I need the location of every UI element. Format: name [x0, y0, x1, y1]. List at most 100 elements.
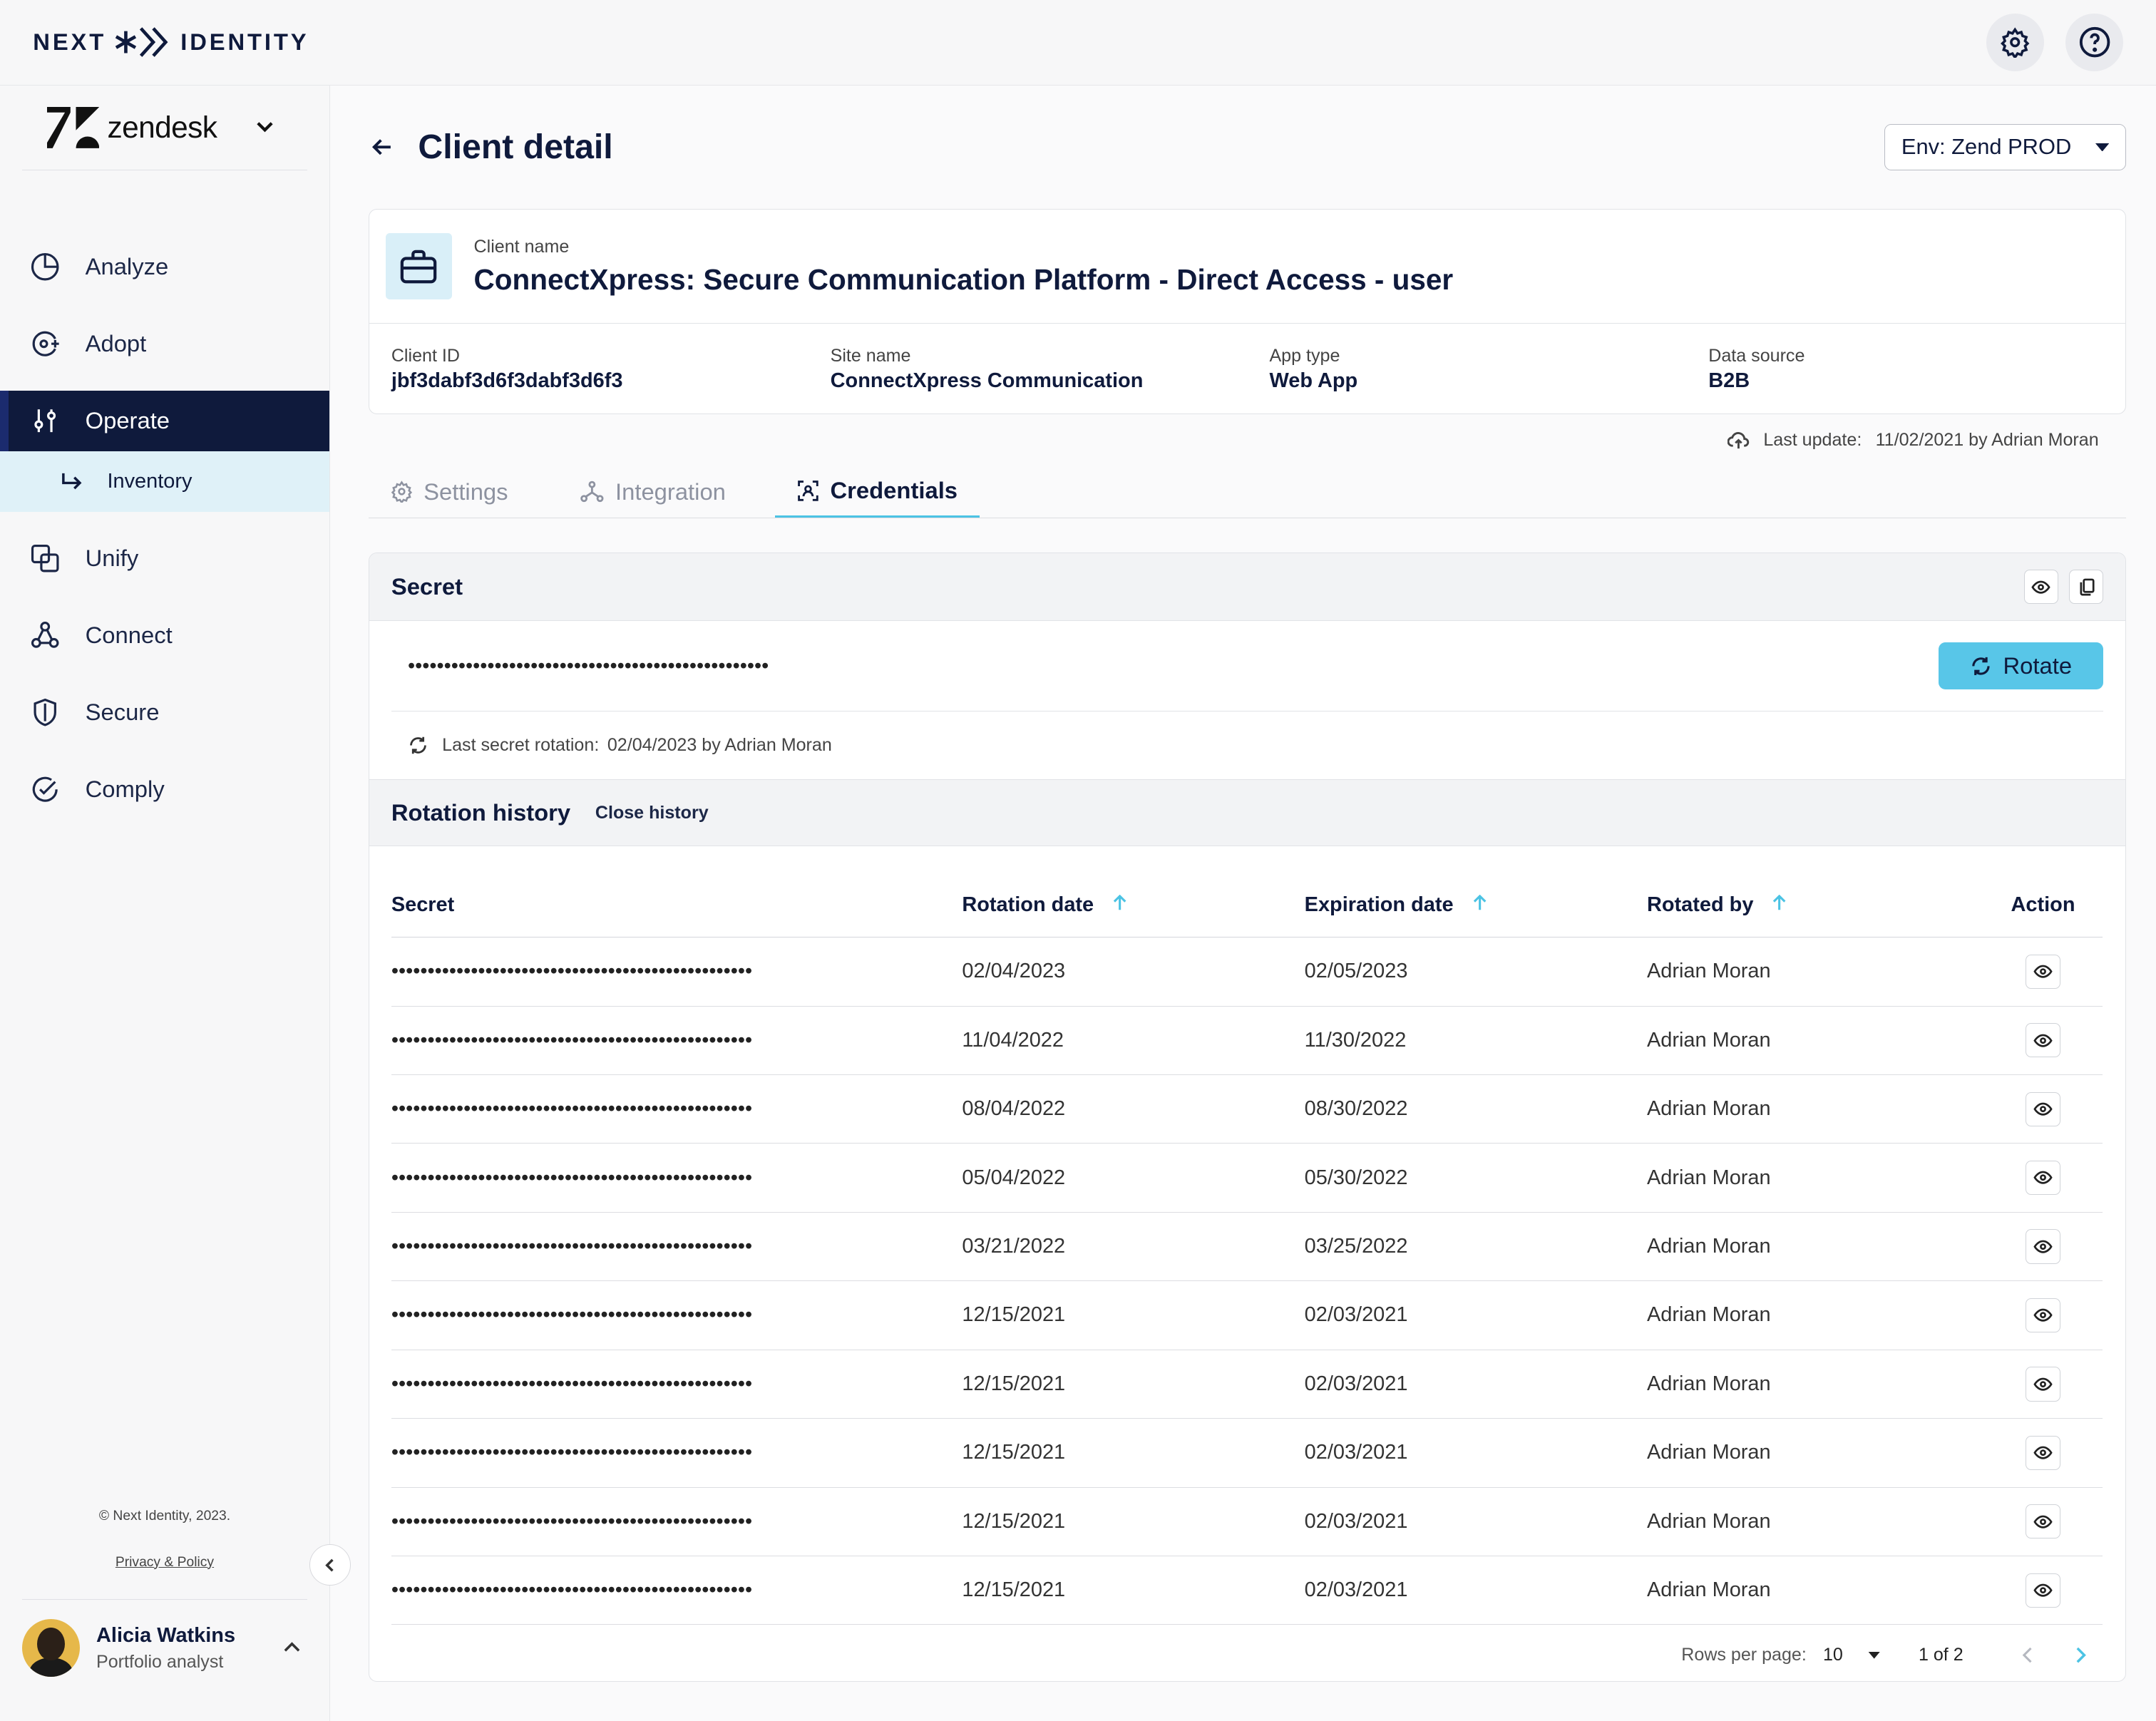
- user-profile[interactable]: Alicia Watkins Portfolio analyst: [21, 1599, 308, 1678]
- app-type-field: App type Web App: [1248, 324, 1687, 411]
- table-row: ••••••••••••••••••••••••••••••••••••••••…: [391, 1418, 2103, 1488]
- rotate-button[interactable]: Rotate: [1938, 642, 2104, 689]
- arrow-left-icon: [371, 139, 391, 155]
- credentials-icon: [798, 480, 818, 501]
- eye-icon: [2033, 1240, 2053, 1253]
- pie-chart-icon: [31, 252, 59, 281]
- env-select-value: Env: Zend PROD: [1901, 134, 2072, 160]
- table-row: ••••••••••••••••••••••••••••••••••••••••…: [391, 1143, 2103, 1213]
- sidebar: zendesk Analyze Adopt Operate Inventory: [0, 85, 351, 1721]
- cell-rotation-date: 12/15/2021: [962, 1350, 1305, 1419]
- tab-settings[interactable]: Settings: [391, 466, 508, 518]
- data-source-field: Data source B2B: [1686, 324, 2125, 411]
- last-update: Last update: 11/02/2021 by Adrian Moran: [369, 414, 2126, 466]
- view-secret-button[interactable]: [2026, 1023, 2060, 1058]
- tab-bar: Settings Integration Credentials: [368, 466, 2127, 519]
- next-identity-logo[interactable]: NEXT IDENTITY: [33, 24, 309, 60]
- nav-secure[interactable]: Secure: [0, 682, 329, 743]
- prev-page-button[interactable]: [2021, 1647, 2035, 1663]
- sort-asc-icon: [1113, 895, 1126, 910]
- secret-masked: ••••••••••••••••••••••••••••••••••••••••…: [391, 1578, 753, 1602]
- rows-per-page-select[interactable]: 10: [1823, 1645, 1880, 1665]
- tab-credentials[interactable]: Credentials: [775, 466, 980, 518]
- cell-rotated-by: Adrian Moran: [1646, 1556, 1984, 1625]
- org-switcher[interactable]: zendesk: [21, 86, 308, 171]
- copy-secret-button[interactable]: [2069, 570, 2104, 605]
- secret-masked: ••••••••••••••••••••••••••••••••••••••••…: [391, 1509, 753, 1533]
- connect-icon: [31, 621, 59, 648]
- caret-down-icon: [1868, 1652, 1880, 1659]
- tab-integration-label: Integration: [615, 478, 726, 505]
- collapse-sidebar-button[interactable]: [309, 1544, 351, 1586]
- nav-inventory[interactable]: Inventory: [0, 451, 329, 512]
- view-secret-button[interactable]: [2026, 1504, 2060, 1539]
- settings-button[interactable]: [1986, 13, 2044, 71]
- cell-action: [1983, 1006, 2103, 1075]
- back-button[interactable]: [369, 133, 396, 161]
- last-update-value: 11/02/2021 by Adrian Moran: [1875, 429, 2099, 450]
- privacy-link[interactable]: Privacy & Policy: [115, 1555, 214, 1571]
- data-source-label: Data source: [1708, 346, 1805, 366]
- nav-analyze-label: Analyze: [85, 253, 169, 280]
- integration-icon: [580, 481, 604, 503]
- reveal-secret-button[interactable]: [2023, 570, 2058, 605]
- unify-icon: [31, 544, 59, 572]
- nav-adopt[interactable]: Adopt: [0, 314, 329, 374]
- cell-rotated-by: Adrian Moran: [1646, 1006, 1984, 1075]
- cell-rotation-date: 03/21/2022: [962, 1212, 1305, 1282]
- chevron-left-icon: [2022, 1648, 2032, 1663]
- eye-icon: [2033, 1377, 2053, 1391]
- cell-action: [1983, 937, 2103, 1007]
- client-card: Client name ConnectXpress: Secure Commun…: [368, 209, 2127, 414]
- col-action: Action: [1983, 873, 2103, 938]
- col-expiration-date-label: Expiration date: [1304, 893, 1454, 917]
- briefcase-icon: [386, 233, 452, 300]
- table-row: ••••••••••••••••••••••••••••••••••••••••…: [391, 1074, 2103, 1144]
- nav-unify[interactable]: Unify: [0, 528, 329, 589]
- page-info: 1 of 2: [1918, 1645, 1963, 1665]
- sort-asc-icon: [1773, 895, 1786, 910]
- cell-secret: ••••••••••••••••••••••••••••••••••••••••…: [391, 1487, 962, 1557]
- view-secret-button[interactable]: [2026, 1229, 2060, 1264]
- tab-integration[interactable]: Integration: [580, 466, 726, 518]
- view-secret-button[interactable]: [2026, 1435, 2060, 1470]
- secret-masked: ••••••••••••••••••••••••••••••••••••••••…: [391, 1235, 753, 1258]
- nav-connect[interactable]: Connect: [0, 605, 329, 666]
- view-secret-button[interactable]: [2026, 1091, 2060, 1126]
- next-page-button[interactable]: [2073, 1647, 2087, 1663]
- view-secret-button[interactable]: [2026, 1161, 2060, 1196]
- copyright: © Next Identity, 2023.: [98, 1509, 231, 1524]
- adopt-icon: [33, 331, 60, 356]
- view-secret-button[interactable]: [2026, 1367, 2060, 1402]
- close-history-link[interactable]: Close history: [595, 803, 709, 823]
- rows-per-page-value: 10: [1822, 1645, 1843, 1665]
- col-rotated-by[interactable]: Rotated by: [1646, 873, 1984, 938]
- last-rotation: Last secret rotation: 02/04/2023 by Adri…: [369, 711, 2125, 779]
- eye-icon: [2033, 1583, 2053, 1597]
- col-expiration-date[interactable]: Expiration date: [1304, 873, 1647, 938]
- cell-rotated-by: Adrian Moran: [1646, 1350, 1984, 1419]
- cloud-upload-icon: [1728, 431, 1750, 448]
- secret-heading: Secret: [391, 573, 463, 600]
- chevron-up-icon[interactable]: [282, 1638, 302, 1658]
- help-button[interactable]: [2065, 13, 2124, 71]
- env-select[interactable]: Env: Zend PROD: [1884, 123, 2127, 171]
- cell-secret: ••••••••••••••••••••••••••••••••••••••••…: [391, 937, 962, 1007]
- eye-icon: [2033, 1034, 2053, 1047]
- cell-secret: ••••••••••••••••••••••••••••••••••••••••…: [391, 1280, 962, 1350]
- view-secret-button[interactable]: [2026, 954, 2060, 989]
- nav-comply[interactable]: Comply: [0, 759, 329, 820]
- cell-rotated-by: Adrian Moran: [1646, 1074, 1984, 1144]
- tab-credentials-label: Credentials: [830, 477, 958, 504]
- col-rotation-date[interactable]: Rotation date: [962, 873, 1305, 938]
- cell-action: [1983, 1212, 2103, 1282]
- nav-operate[interactable]: Operate: [0, 390, 329, 451]
- cell-expiration-date: 05/30/2022: [1304, 1143, 1647, 1213]
- chevron-right-icon: [2076, 1648, 2086, 1663]
- cell-action: [1983, 1350, 2103, 1419]
- view-secret-button[interactable]: [2026, 1298, 2060, 1333]
- nav-connect-label: Connect: [85, 622, 173, 649]
- cell-secret: ••••••••••••••••••••••••••••••••••••••••…: [391, 1418, 962, 1488]
- view-secret-button[interactable]: [2026, 1573, 2060, 1608]
- nav-analyze[interactable]: Analyze: [0, 237, 329, 297]
